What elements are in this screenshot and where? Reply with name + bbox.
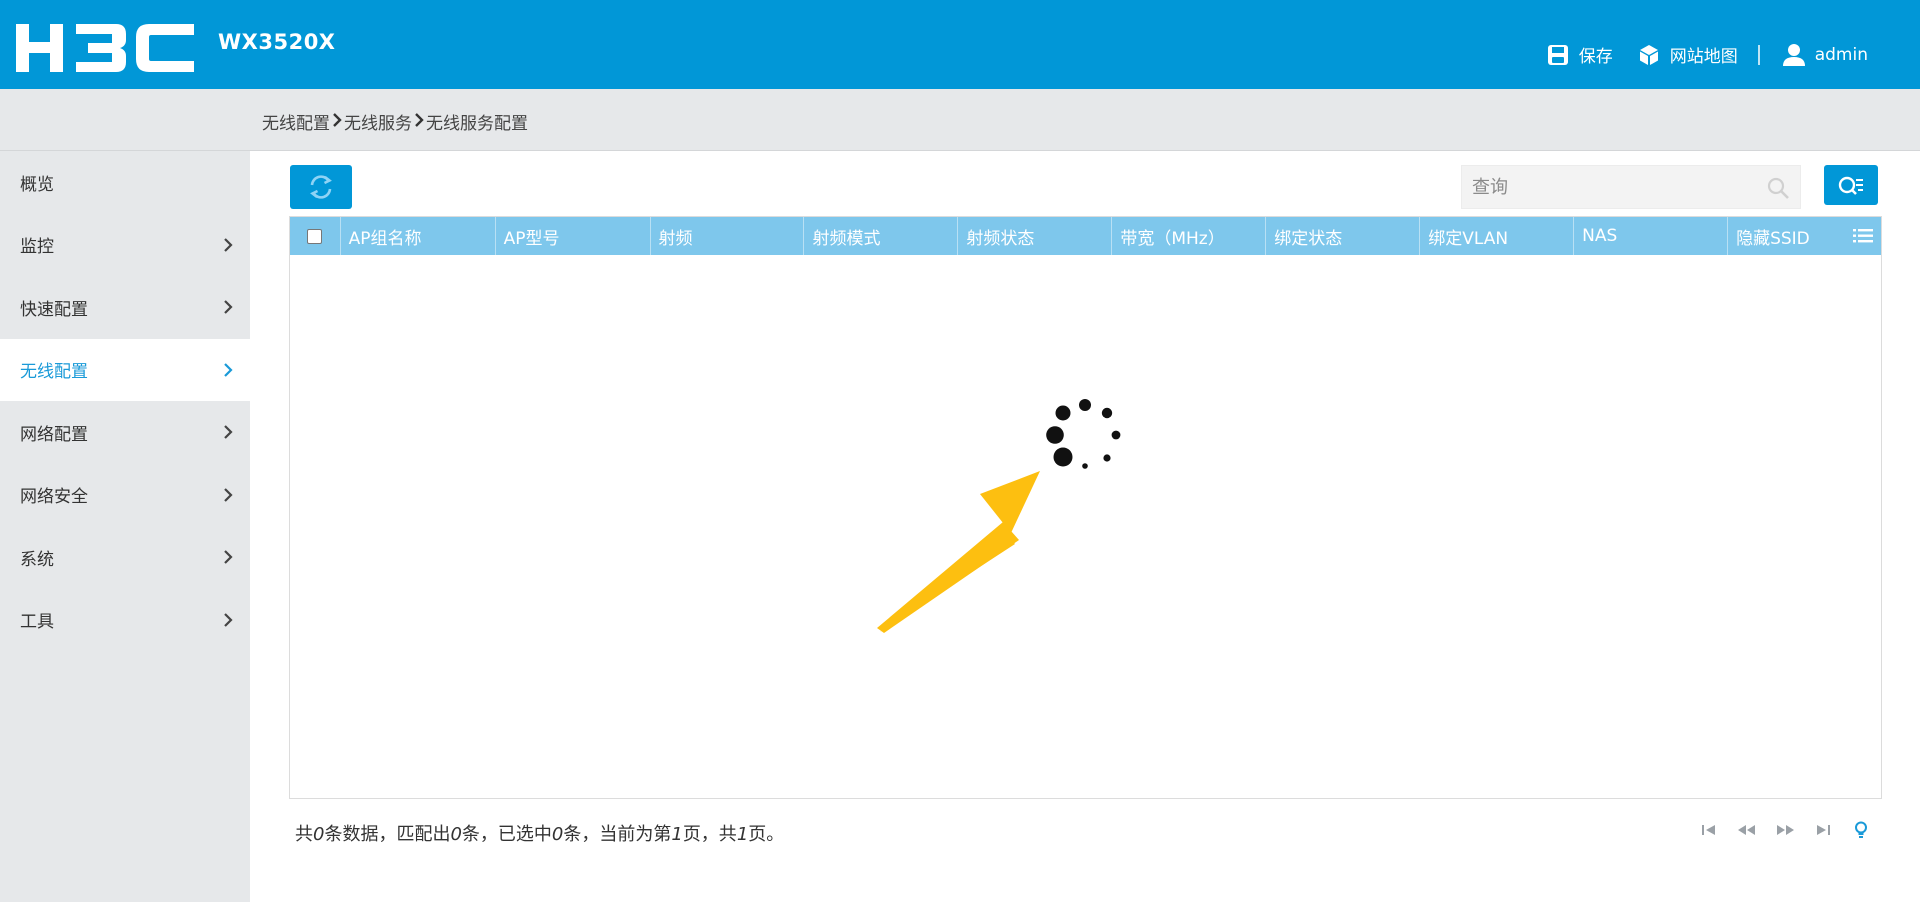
status-text: 页。 xyxy=(748,824,785,845)
chevron-right-icon xyxy=(332,112,342,132)
sidebar-item-label: 网络安全 xyxy=(20,487,88,508)
save-button[interactable]: 保存 xyxy=(1546,42,1613,67)
chevron-right-icon xyxy=(224,362,233,377)
sidebar-item-system[interactable]: 系统 xyxy=(0,526,250,589)
first-page-button[interactable] xyxy=(1690,819,1728,841)
selected-count: 0 xyxy=(551,824,564,845)
sidebar: 概览 监控 快速配置 无线配置 网络配置 网络安全 系统 工具 xyxy=(0,151,250,902)
sidebar-item-overview[interactable]: 概览 xyxy=(0,151,250,214)
sidebar-item-label: 概览 xyxy=(20,174,54,195)
last-page-icon xyxy=(1817,825,1830,835)
chevron-right-icon xyxy=(224,550,233,565)
pager xyxy=(1690,819,1880,841)
top-header: WX3520X 保存 网站地图 admin xyxy=(0,0,1920,89)
sidebar-item-monitor[interactable]: 监控 xyxy=(0,214,250,277)
refresh-button[interactable] xyxy=(290,165,352,209)
save-label: 保存 xyxy=(1578,47,1613,67)
sidebar-item-network-config[interactable]: 网络配置 xyxy=(0,401,250,464)
advanced-search-button[interactable] xyxy=(1824,165,1878,205)
search-box xyxy=(1461,165,1801,209)
total-count: 0 xyxy=(313,824,325,845)
pagination-status: 共0条数据，匹配出0条，已选中0条，当前为第1页，共1页。 xyxy=(295,820,784,846)
sidebar-item-label: 无线配置 xyxy=(20,362,88,383)
breadcrumb-current: 无线服务配置 xyxy=(426,114,528,134)
sidebar-item-wireless-config[interactable]: 无线配置 xyxy=(0,338,250,401)
column-header[interactable]: AP型号 xyxy=(494,217,650,255)
next-page-icon xyxy=(1777,825,1794,835)
status-text: 条，当前为第 xyxy=(563,824,672,845)
total-pages: 1 xyxy=(736,824,749,845)
chevron-right-icon xyxy=(224,425,233,440)
save-icon xyxy=(1546,43,1570,67)
select-all-cell xyxy=(290,217,340,255)
lightbulb-icon xyxy=(1855,821,1867,838)
breadcrumb-bar: 无线配置 无线服务 无线服务配置 xyxy=(0,89,1920,151)
user-icon xyxy=(1782,43,1806,67)
sidebar-item-label: 工具 xyxy=(20,612,54,633)
last-page-button[interactable] xyxy=(1804,819,1842,841)
sidebar-item-tools[interactable]: 工具 xyxy=(0,589,250,652)
sidebar-item-label: 监控 xyxy=(20,237,54,258)
status-text: 页，共 xyxy=(682,824,737,845)
prev-page-icon xyxy=(1738,825,1755,835)
column-header[interactable]: 射频模式 xyxy=(803,217,957,255)
breadcrumb: 无线配置 无线服务 无线服务配置 xyxy=(262,109,528,134)
select-all-checkbox[interactable] xyxy=(307,228,323,244)
chevron-right-icon xyxy=(414,112,424,132)
sidebar-item-label: 快速配置 xyxy=(20,299,88,320)
sidebar-item-label: 网络配置 xyxy=(20,424,88,445)
data-table: AP组名称 AP型号 射频 射频模式 射频状态 带宽（MHz） 绑定状态 绑定V… xyxy=(289,216,1882,799)
matched-count: 0 xyxy=(450,824,462,845)
column-header[interactable]: 射频 xyxy=(649,217,804,255)
first-page-icon xyxy=(1702,825,1715,835)
cube-icon xyxy=(1637,43,1661,67)
column-header[interactable]: 绑定状态 xyxy=(1265,217,1419,255)
search-icon[interactable] xyxy=(1766,176,1790,200)
chevron-right-icon xyxy=(224,612,233,627)
table-header: AP组名称 AP型号 射频 射频模式 射频状态 带宽（MHz） 绑定状态 绑定V… xyxy=(290,217,1881,255)
status-text: 共 xyxy=(295,824,313,845)
column-header[interactable]: NAS xyxy=(1573,217,1727,255)
status-text: 条数据，匹配出 xyxy=(324,824,451,845)
sitemap-button[interactable]: 网站地图 xyxy=(1637,42,1738,67)
column-header[interactable]: 绑定VLAN xyxy=(1419,217,1573,255)
user-name: admin xyxy=(1814,44,1868,65)
prev-page-button[interactable] xyxy=(1728,819,1766,841)
breadcrumb-item[interactable]: 无线服务 xyxy=(344,109,412,134)
chevron-right-icon xyxy=(224,300,233,315)
column-header[interactable]: 射频状态 xyxy=(957,217,1111,255)
header-toolbar: 保存 网站地图 admin xyxy=(1546,42,1868,67)
chevron-right-icon xyxy=(224,487,233,502)
h3c-logo xyxy=(16,24,194,72)
breadcrumb-item[interactable]: 无线配置 xyxy=(262,109,330,134)
next-page-button[interactable] xyxy=(1766,819,1804,841)
advanced-search-icon xyxy=(1838,176,1863,195)
search-input[interactable] xyxy=(1462,166,1752,208)
refresh-icon xyxy=(310,175,332,199)
user-menu[interactable]: admin xyxy=(1782,43,1868,67)
column-header[interactable]: AP组名称 xyxy=(339,217,495,255)
column-header[interactable]: 带宽（MHz） xyxy=(1111,217,1265,255)
column-settings-icon[interactable] xyxy=(1853,227,1873,245)
tips-button[interactable] xyxy=(1842,819,1880,841)
device-model: WX3520X xyxy=(218,30,336,54)
chevron-right-icon xyxy=(224,237,233,252)
current-page: 1 xyxy=(671,824,683,845)
sidebar-item-label: 系统 xyxy=(20,549,54,570)
header-divider xyxy=(1757,44,1760,65)
status-text: 条，已选中 xyxy=(461,824,552,845)
sitemap-label: 网站地图 xyxy=(1669,47,1738,67)
sidebar-item-network-security[interactable]: 网络安全 xyxy=(0,464,250,527)
sidebar-item-quick-config[interactable]: 快速配置 xyxy=(0,276,250,339)
